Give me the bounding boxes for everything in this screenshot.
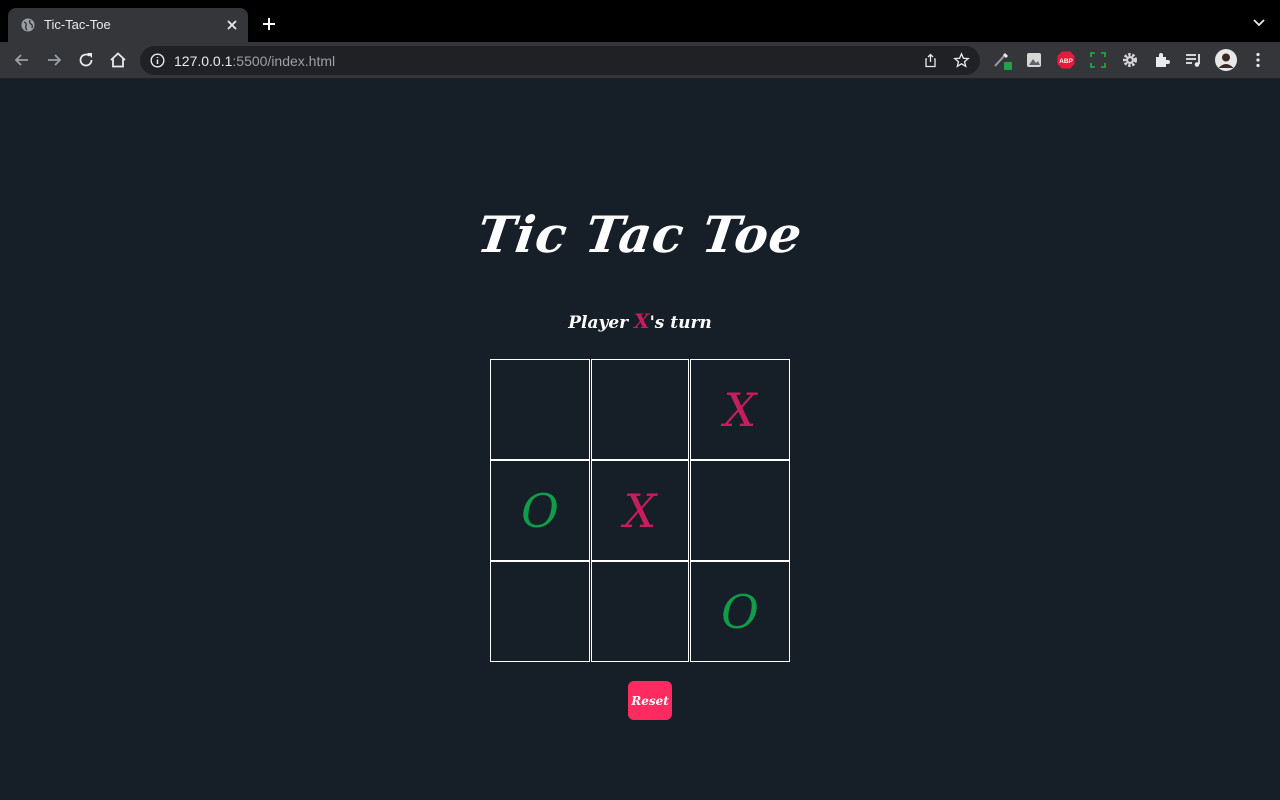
share-icon[interactable] <box>923 53 938 68</box>
reset-button[interactable]: Reset <box>628 681 672 720</box>
extensions-icon[interactable] <box>1152 50 1172 70</box>
globe-icon <box>21 18 35 32</box>
turn-suffix: 's turn <box>649 313 712 333</box>
board-cell-6[interactable] <box>690 460 790 561</box>
bookmark-star-icon[interactable] <box>953 52 970 69</box>
board-cell-3[interactable]: X <box>690 359 790 460</box>
reading-list-icon[interactable] <box>1184 50 1204 70</box>
forward-icon[interactable] <box>44 50 64 70</box>
back-icon[interactable] <box>12 50 32 70</box>
url-text[interactable]: 127.0.0.1:5500/index.html <box>174 53 335 69</box>
tab-search-chevron-icon[interactable] <box>1252 18 1266 28</box>
svg-text:ABP: ABP <box>1059 58 1073 65</box>
home-icon[interactable] <box>108 50 128 70</box>
board-cell-2[interactable] <box>591 359 689 460</box>
cell-mark: X <box>723 382 757 437</box>
new-tab-icon[interactable] <box>261 16 277 32</box>
board-cell-9[interactable]: O <box>690 561 790 662</box>
url-path: :5500/index.html <box>232 53 336 69</box>
cell-mark <box>592 360 688 459</box>
board-cell-8[interactable] <box>591 561 689 662</box>
photo-ext-icon[interactable] <box>1024 50 1044 70</box>
address-bar[interactable]: 127.0.0.1:5500/index.html <box>140 46 980 75</box>
settings-ext-icon[interactable] <box>1120 50 1140 70</box>
board-cell-5[interactable]: X <box>591 460 689 561</box>
cell-mark <box>491 562 589 661</box>
eyedropper-ext-icon[interactable] <box>992 50 1012 70</box>
browser-toolbar: 127.0.0.1:5500/index.html ABP <box>0 42 1280 79</box>
cell-mark <box>491 360 589 459</box>
board-cell-7[interactable] <box>490 561 590 662</box>
cell-mark <box>592 562 688 661</box>
game-board: X O X O <box>490 359 790 663</box>
cell-mark <box>691 461 789 560</box>
site-info-icon[interactable] <box>150 53 165 68</box>
board-cell-1[interactable] <box>490 359 590 460</box>
browser-tab[interactable]: Tic-Tac-Toe <box>8 8 248 42</box>
tab-title: Tic-Tac-Toe <box>44 17 111 32</box>
cell-mark: O <box>521 483 559 538</box>
turn-indicator: Player X's turn <box>0 309 1280 333</box>
turn-prefix: Player <box>568 313 635 333</box>
cell-mark: O <box>721 584 759 639</box>
close-tab-icon[interactable] <box>224 17 240 33</box>
board-cell-4[interactable]: O <box>490 460 590 561</box>
game-title: Tic Tac Toe <box>473 205 807 264</box>
cell-mark: X <box>623 483 657 538</box>
adblock-icon[interactable]: ABP <box>1056 50 1076 70</box>
browser-menu-icon[interactable] <box>1248 50 1268 70</box>
tab-strip: Tic-Tac-Toe <box>0 0 1280 42</box>
profile-avatar[interactable] <box>1215 49 1237 71</box>
screenshot-ext-icon[interactable] <box>1088 50 1108 70</box>
url-host: 127.0.0.1 <box>174 53 233 69</box>
reload-icon[interactable] <box>76 50 96 70</box>
current-player: X <box>634 309 650 333</box>
